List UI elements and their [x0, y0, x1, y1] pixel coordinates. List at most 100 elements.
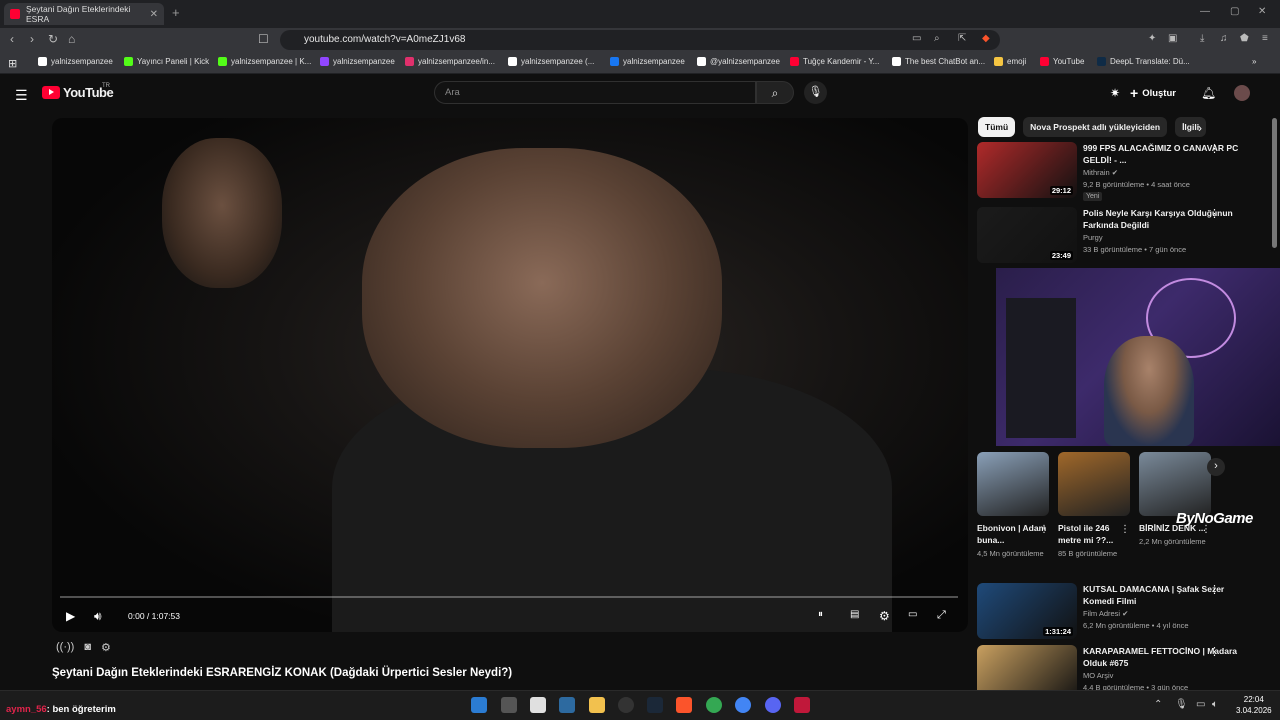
short-thumbnail[interactable] — [977, 452, 1049, 516]
more-options-icon[interactable]: ⋮ — [1039, 524, 1049, 535]
bookmark-item[interactable]: YouTube — [1040, 57, 1084, 66]
browser-tab[interactable]: Şeytani Dağın Eteklerindeki ESRA ✕ — [4, 3, 164, 25]
play-icon[interactable]: ▶ — [66, 609, 75, 623]
video-player[interactable] — [52, 118, 968, 632]
chrome-icon[interactable] — [706, 697, 722, 713]
more-options-icon[interactable]: ⋮ — [1209, 645, 1220, 658]
back-icon[interactable]: ‹ — [10, 32, 14, 46]
more-options-icon[interactable]: ⋮ — [1120, 524, 1130, 535]
subtitles-icon[interactable]: ▤ — [850, 609, 859, 620]
voice-search-button[interactable]: 🎙︎ — [804, 81, 827, 104]
recommended-video[interactable]: 1:31:24 KUTSAL DAMACANA | Şafak Sezer Kom… — [977, 583, 1267, 643]
hamburger-menu-icon[interactable]: ☰ — [15, 87, 28, 104]
app-icon[interactable] — [530, 697, 546, 713]
system-clock[interactable]: 22:04 3.04.2026 — [1236, 694, 1272, 716]
chips-next-icon[interactable]: › — [1198, 121, 1202, 135]
brave-icon[interactable] — [676, 697, 692, 713]
zoom-icon[interactable]: ⌕ — [934, 33, 940, 44]
scrollbar[interactable] — [1272, 118, 1277, 248]
bookmark-item[interactable]: @yalnizsempanzee — [697, 57, 780, 66]
bookmark-item[interactable]: yalnizsempanzee — [38, 57, 113, 66]
url-field[interactable]: youtube.com/watch?v=A0meZJ1v68 — [280, 30, 1000, 50]
windows-start-icon[interactable] — [471, 697, 487, 713]
recommended-video[interactable]: 29:12 999 FPS ALACAĞIMIZ O CANAVAR PC GEL… — [977, 142, 1267, 202]
mic-tray-icon[interactable]: 🎙︎ — [1175, 699, 1188, 710]
search-button[interactable]: ⌕ — [756, 81, 794, 104]
bookmark-item[interactable]: yalnizsempanzee — [610, 57, 685, 66]
bookmark-item[interactable]: Tuğçe Kandemir - Y... — [790, 57, 879, 66]
fullscreen-icon[interactable]: ⤢ — [937, 609, 946, 622]
bookmark-item[interactable]: The best ChatBot an... — [892, 57, 985, 66]
bookmark-item[interactable]: DeepL Translate: Dü... — [1097, 57, 1190, 66]
volume-icon[interactable]: 🔊︎ — [94, 609, 102, 624]
more-options-icon[interactable]: ⋮ — [1209, 207, 1220, 220]
file-explorer-icon[interactable] — [589, 697, 605, 713]
more-options-icon[interactable]: ⋮ — [1209, 583, 1220, 596]
bookmark-item[interactable]: yalnizsempanzee | K... — [218, 57, 311, 66]
speaker-icon[interactable]: 🔈︎ — [1212, 699, 1218, 710]
progress-bar[interactable] — [60, 596, 958, 598]
youtube-logo[interactable]: YouTube TR — [42, 83, 114, 100]
ai-spark-icon[interactable]: ✷ — [1110, 86, 1120, 100]
short-thumbnail[interactable] — [1139, 452, 1211, 516]
reload-icon[interactable]: ↻ — [48, 32, 58, 46]
short-item[interactable]: BİRİNİZ DENK ... 2,2 Mn görüntüleme ⋮ — [1139, 452, 1211, 547]
wallet-icon[interactable]: ⬟ — [1240, 33, 1249, 44]
close-window-icon[interactable]: ✕ — [1258, 6, 1266, 17]
recommended-video[interactable]: 23:49 Polis Neyle Karşı Karşıya Olduğunun… — [977, 207, 1267, 267]
tray-chevron-icon[interactable]: ⌃ — [1154, 699, 1162, 710]
discord-icon[interactable] — [765, 697, 781, 713]
cast-icon[interactable]: ▭ — [912, 33, 921, 44]
bookmark-item[interactable]: emoji — [994, 57, 1026, 66]
app-red-icon[interactable] — [794, 697, 810, 713]
photos-icon[interactable] — [559, 697, 575, 713]
downloads-icon[interactable]: ⤓ — [1200, 33, 1204, 44]
theater-mode-icon[interactable]: ▭ — [908, 609, 917, 620]
broadcast-icon[interactable]: ((·)) — [56, 641, 74, 654]
shorts-next-button[interactable]: › — [1207, 458, 1225, 476]
plus-icon: + — [1130, 85, 1139, 101]
home-icon[interactable]: ⌂ — [68, 32, 75, 46]
bookmark-icon[interactable]: ☐ — [258, 32, 269, 46]
obs-icon[interactable] — [618, 697, 634, 713]
share-icon[interactable]: ⇱ — [958, 33, 966, 44]
autoplay-toggle-icon[interactable]: ⏸ — [818, 609, 823, 620]
video-thumbnail[interactable]: 29:12 — [977, 142, 1077, 198]
extensions-icon[interactable]: ✦ — [1148, 33, 1156, 44]
video-thumbnail[interactable]: 1:31:24 — [977, 583, 1077, 639]
create-button[interactable]: + Oluştur — [1130, 83, 1176, 103]
forward-icon[interactable]: › — [30, 32, 34, 46]
search-input[interactable]: Ara — [434, 81, 756, 104]
apps-icon[interactable]: ⊞ — [8, 57, 17, 70]
gear-icon[interactable]: ⚙ — [101, 641, 111, 654]
close-tab-icon[interactable]: ✕ — [150, 9, 158, 20]
video-thumbnail[interactable]: 23:49 — [977, 207, 1077, 263]
minimize-icon[interactable]: — — [1200, 6, 1210, 17]
notifications-bell-icon[interactable]: 🔔︎ — [1201, 86, 1216, 100]
filter-chip[interactable]: Tümü — [978, 117, 1016, 137]
steam-icon[interactable] — [647, 697, 663, 713]
network-icon[interactable]: ▭ — [1196, 699, 1205, 710]
settings-gear-icon[interactable]: ⚙ — [879, 609, 890, 623]
camera-icon[interactable]: ◙ — [84, 641, 91, 654]
more-bookmarks-icon[interactable]: » — [1252, 57, 1256, 66]
video-duration: 1:31:24 — [1043, 627, 1073, 636]
short-thumbnail[interactable] — [1058, 452, 1130, 516]
menu-icon[interactable]: ≡ — [1262, 33, 1268, 44]
filter-chip[interactable]: Nova Prospekt adlı yükleyiciden — [1023, 117, 1168, 137]
maximize-icon[interactable]: ▢ — [1230, 6, 1239, 17]
chrome-profile-icon[interactable] — [735, 697, 751, 713]
short-item[interactable]: Ebonivon | Adam buna... 4,5 Mn görüntülem… — [977, 452, 1049, 559]
avatar[interactable] — [1234, 85, 1250, 101]
sidebar-icon[interactable]: ▣ — [1168, 33, 1177, 44]
media-icon[interactable]: ♫ — [1220, 33, 1228, 44]
bookmark-item[interactable]: yalnizsempanzee (... — [508, 57, 594, 66]
task-view-icon[interactable] — [501, 697, 517, 713]
brave-shield-icon[interactable]: ◆ — [982, 33, 990, 44]
more-options-icon[interactable]: ⋮ — [1209, 142, 1220, 155]
bookmark-item[interactable]: yalnizsempanzee/in... — [405, 57, 495, 66]
bookmark-item[interactable]: Yayıncı Paneli | Kick — [124, 57, 209, 66]
new-tab-icon[interactable]: + — [172, 5, 180, 20]
short-item[interactable]: Pistol ile 246 metre mi ??... 85 B görünt… — [1058, 452, 1130, 559]
bookmark-item[interactable]: yalnizsempanzee — [320, 57, 395, 66]
